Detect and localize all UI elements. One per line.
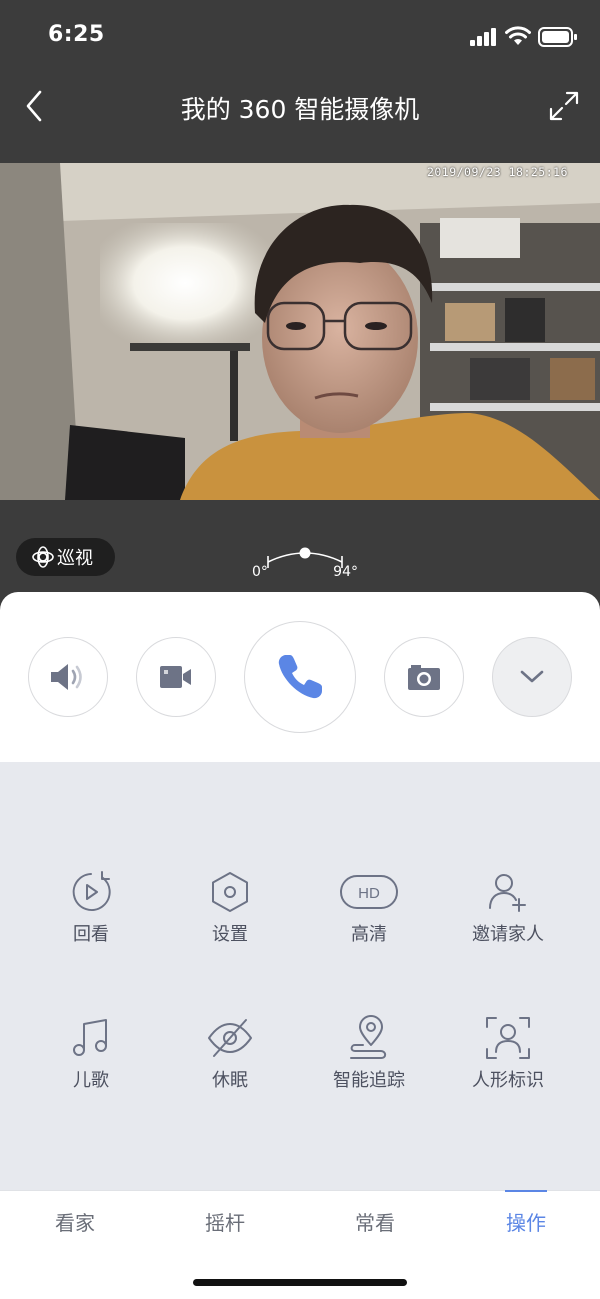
call-button[interactable]	[244, 621, 356, 733]
speaker-icon	[51, 664, 82, 690]
chevron-down-icon	[520, 670, 544, 683]
angle-max-label: 94°	[333, 564, 358, 580]
tab-frequent[interactable]: 常看	[325, 1207, 425, 1236]
grid-item-hd[interactable]: HD 高清	[299, 868, 439, 946]
patrol-label: 巡视	[57, 548, 93, 569]
navigation-bar: 我的 360 智能摄像机	[0, 70, 600, 142]
add-person-icon	[489, 874, 526, 912]
svg-text:HD: HD	[358, 885, 380, 902]
active-tab-indicator	[505, 1190, 547, 1192]
replay-icon	[72, 871, 111, 911]
control-panel	[0, 592, 600, 762]
expand-icon[interactable]	[548, 90, 580, 122]
feature-grid: 回看 设置 HD 高清 邀请家人 儿歌 休眠 智能追踪 人形标识	[0, 762, 600, 1192]
video-timestamp: 2019/09/23 18:25:16	[426, 165, 568, 179]
grid-item-human-detection[interactable]: 人形标识	[438, 1014, 578, 1092]
person-frame-icon	[486, 1017, 530, 1059]
page-title: 我的 360 智能摄像机	[180, 95, 420, 124]
hexagon-settings-icon	[212, 872, 248, 912]
eye-off-icon	[208, 1019, 252, 1057]
cellular-signal-icon	[470, 28, 496, 46]
video-camera-icon	[160, 666, 191, 688]
battery-icon	[538, 27, 577, 47]
grid-item-label: 设置	[212, 924, 248, 945]
grid-item-label: 休眠	[212, 1070, 248, 1091]
grid-item-sleep[interactable]: 休眠	[160, 1014, 300, 1092]
record-button[interactable]	[136, 637, 216, 717]
phone-icon	[278, 655, 322, 699]
grid-item-replay[interactable]: 回看	[21, 868, 161, 946]
patrol-icon	[32, 546, 54, 568]
grid-item-invite-family[interactable]: 邀请家人	[438, 868, 578, 946]
tab-home-watch[interactable]: 看家	[25, 1207, 125, 1236]
grid-item-label: 人形标识	[472, 1070, 544, 1091]
grid-item-label: 回看	[73, 924, 109, 945]
wifi-icon	[505, 26, 531, 45]
grid-item-label: 高清	[351, 924, 387, 945]
tab-joystick[interactable]: 摇杆	[175, 1207, 275, 1236]
grid-item-nursery-rhymes[interactable]: 儿歌	[21, 1014, 161, 1092]
live-video-feed[interactable]: 2019/09/23 18:25:16	[0, 163, 600, 500]
angle-min-label: 0°	[252, 564, 268, 580]
grid-item-settings[interactable]: 设置	[160, 868, 300, 946]
angle-indicator: 0° 94°	[250, 540, 360, 584]
status-bar: 6:25	[0, 0, 600, 70]
video-frame-illustration	[0, 163, 600, 500]
status-time: 6:25	[48, 22, 105, 47]
angle-position-dot	[299, 547, 311, 559]
music-note-icon	[73, 1019, 107, 1056]
home-indicator	[193, 1279, 407, 1286]
speaker-button[interactable]	[28, 637, 108, 717]
grid-item-label: 智能追踪	[333, 1070, 405, 1091]
tab-operations[interactable]: 操作	[476, 1207, 576, 1236]
camera-icon	[408, 665, 440, 690]
patrol-button[interactable]: 巡视	[16, 538, 115, 576]
more-button[interactable]	[492, 637, 572, 717]
hd-icon: HD	[340, 875, 398, 909]
grid-item-label: 邀请家人	[472, 924, 544, 945]
chevron-left-icon[interactable]	[20, 88, 50, 124]
grid-item-smart-tracking[interactable]: 智能追踪	[299, 1014, 439, 1092]
location-track-icon	[350, 1015, 387, 1059]
grid-item-label: 儿歌	[73, 1070, 109, 1091]
snapshot-button[interactable]	[384, 637, 464, 717]
